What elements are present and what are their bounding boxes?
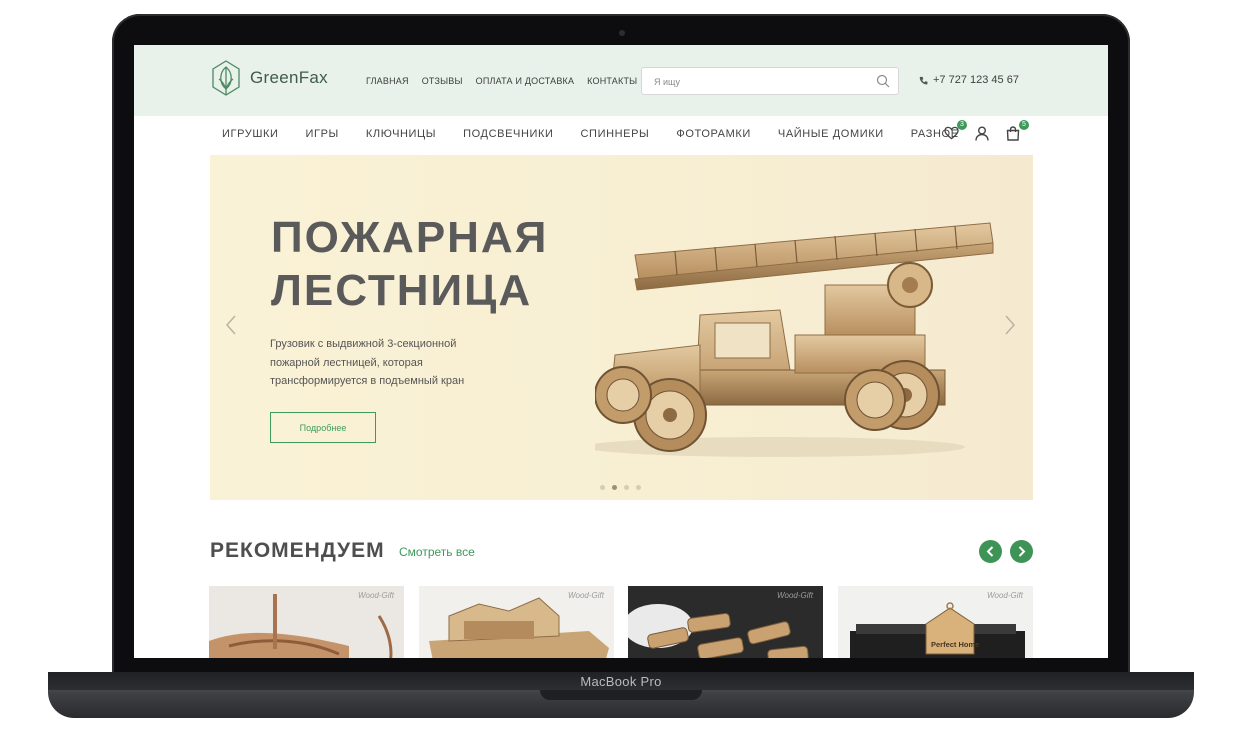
account-button[interactable] [975,126,991,142]
category-games[interactable]: ИГРЫ [306,128,339,140]
view-all-link[interactable]: Смотреть все [399,545,475,559]
laptop-notch [540,690,702,700]
hero-description-line-2: пожарной лестницей, которая [270,356,423,369]
category-nav: ИГРУШКИ ИГРЫ КЛЮЧНИЦЫ ПОДСВЕЧНИКИ СПИННЕ… [222,128,959,140]
logo[interactable]: GreenFax [210,59,328,97]
slider-dot-2[interactable] [612,485,617,490]
favorites-count-badge: 3 [957,120,967,130]
category-photo-frames[interactable]: ФОТОРАМКИ [676,128,751,140]
slider-dot-3[interactable] [624,485,629,490]
product-card[interactable]: Wood-Gift [209,586,404,658]
product-card[interactable]: Wood-Gift [628,586,823,658]
nav-contacts[interactable]: КОНТАКТЫ [587,76,637,86]
slider-prev-icon[interactable] [224,313,238,337]
phone-number: +7 727 123 45 67 [933,74,1019,86]
slider-next-icon[interactable] [1003,313,1017,337]
category-spinners[interactable]: СПИННЕРЫ [581,128,650,140]
product-card[interactable]: Wood-Gift [419,586,614,658]
leaf-logo-icon [212,60,240,96]
category-toys[interactable]: ИГРУШКИ [222,128,279,140]
more-details-button[interactable]: Подробнее [270,412,376,443]
nav-payment-delivery[interactable]: ОПЛАТА И ДОСТАВКА [476,76,575,86]
nav-home[interactable]: ГЛАВНАЯ [366,76,409,86]
phone-contact[interactable]: +7 727 123 45 67 [919,74,1019,86]
slider-dot-1[interactable] [600,485,605,490]
heart-icon [944,126,959,140]
nav-reviews[interactable]: ОТЗЫВЫ [422,76,463,86]
camera-icon [619,30,625,36]
product-tag-text: Perfect Home [931,640,980,649]
section-title: РЕКОМЕНДУЕМ [210,539,385,562]
category-candlesticks[interactable]: ПОДСВЕЧНИКИ [463,128,553,140]
chevron-right-icon [1018,546,1026,557]
device-label: MacBook Pro [580,674,662,689]
fire-truck-image [595,222,994,457]
hero-description-line-1: Грузовик с выдвижной 3-секционной [270,338,457,350]
top-bar: GreenFax ГЛАВНАЯ ОТЗЫВЫ ОПЛАТА И ДОСТАВК… [134,45,1108,116]
carousel-prev-button[interactable] [979,540,1002,563]
search-box [641,67,899,95]
category-key-holders[interactable]: КЛЮЧНИЦЫ [366,128,436,140]
brand-name: GreenFax [250,68,328,87]
favorites-button[interactable]: 3 [944,120,967,142]
product-watermark: Wood-Gift [567,591,604,600]
cart-button[interactable]: 5 [1006,120,1029,142]
user-icons: 3 5 [944,120,1029,142]
hero-title-line-1: ПОЖАРНАЯ [271,213,549,262]
shopping-bag-icon [1006,126,1020,141]
carousel-next-button[interactable] [1010,540,1033,563]
search-icon[interactable] [876,74,890,88]
hero-slider: ПОЖАРНАЯ ЛЕСТНИЦА Грузовик с выдвижной 3… [210,155,1033,500]
slider-dots [600,485,641,490]
category-tea-houses[interactable]: ЧАЙНЫЕ ДОМИКИ [778,128,884,140]
product-watermark: Wood-Gift [986,591,1023,600]
hero-description-line-3: трансформируется в подъемный кран [270,375,465,387]
screen: GreenFax ГЛАВНАЯ ОТЗЫВЫ ОПЛАТА И ДОСТАВК… [134,45,1108,658]
product-watermark: Wood-Gift [776,591,813,600]
phone-icon [919,76,928,84]
search-input[interactable] [652,73,866,91]
slider-dot-4[interactable] [636,485,641,490]
cart-count-badge: 5 [1019,120,1029,130]
hero-title: ПОЖАРНАЯ ЛЕСТНИЦА [271,211,591,317]
top-nav: ГЛАВНАЯ ОТЗЫВЫ ОПЛАТА И ДОСТАВКА КОНТАКТ… [366,76,637,86]
hero-description: Грузовик с выдвижной 3-секционной пожарн… [270,335,500,391]
product-card[interactable]: Wood-Gift Perfect Home [838,586,1033,658]
hero-title-line-2: ЛЕСТНИЦА [271,266,533,315]
product-watermark: Wood-Gift [357,591,394,600]
chevron-left-icon [986,546,994,557]
user-icon [975,126,989,141]
